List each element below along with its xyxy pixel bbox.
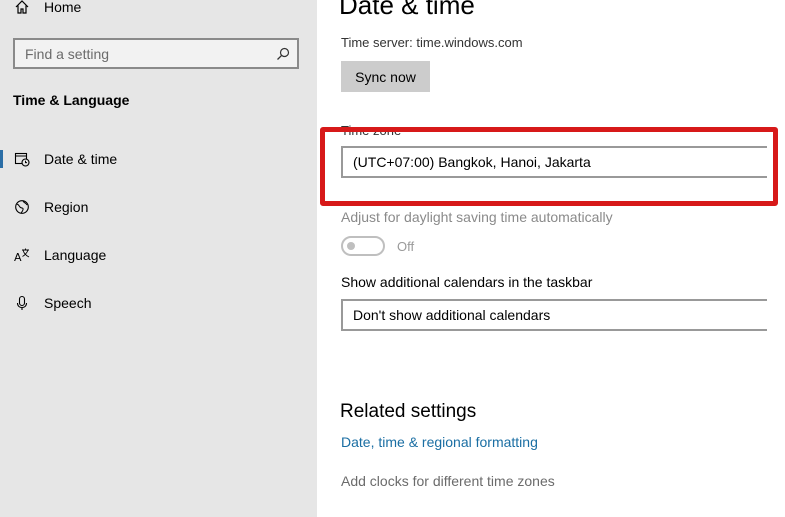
search-icon[interactable]: [269, 47, 297, 61]
add-clocks-link[interactable]: Add clocks for different time zones: [341, 473, 555, 489]
sidebar-item-label: Speech: [44, 295, 92, 311]
related-settings-title: Related settings: [340, 401, 477, 422]
sidebar-item-date-time[interactable]: Date & time: [0, 139, 317, 179]
globe-icon: [14, 199, 30, 215]
sidebar-item-speech[interactable]: Speech: [0, 283, 317, 323]
search-input[interactable]: [15, 39, 269, 68]
time-server-text: Time server: time.windows.com: [341, 35, 523, 50]
home-nav[interactable]: Home: [14, 0, 81, 18]
calendar-clock-icon: [14, 151, 30, 167]
toggle-knob: [347, 242, 355, 250]
sidebar-item-label: Language: [44, 247, 107, 263]
search-box[interactable]: [13, 38, 299, 69]
calendars-label: Show additional calendars in the taskbar: [341, 274, 593, 290]
sidebar-item-label: Date & time: [44, 151, 118, 167]
sidebar-item-region[interactable]: Region: [0, 187, 317, 227]
regional-formatting-link[interactable]: Date, time & regional formatting: [341, 434, 538, 450]
svg-text:A: A: [14, 251, 22, 263]
page-title: Date & time: [339, 0, 475, 20]
time-zone-dropdown[interactable]: (UTC+07:00) Bangkok, Hanoi, Jakarta: [341, 146, 767, 178]
time-zone-value: (UTC+07:00) Bangkok, Hanoi, Jakarta: [353, 154, 591, 170]
home-label: Home: [44, 0, 82, 15]
microphone-icon: [14, 295, 30, 311]
section-title: Time & Language: [13, 92, 130, 108]
sidebar: Home Time & Language Date & ti: [0, 0, 317, 517]
sync-now-button[interactable]: Sync now: [341, 61, 430, 92]
calendars-dropdown[interactable]: Don't show additional calendars: [341, 299, 767, 331]
main-content: Date & time Time server: time.windows.co…: [317, 0, 785, 517]
dst-toggle-state: Off: [397, 239, 415, 254]
time-zone-label: Time zone: [341, 123, 402, 138]
sidebar-item-label: Region: [44, 199, 89, 215]
calendars-value: Don't show additional calendars: [353, 307, 551, 323]
dst-toggle[interactable]: [341, 236, 385, 256]
settings-window: Home Time & Language Date & ti: [0, 0, 785, 517]
sidebar-item-language[interactable]: A Language: [0, 235, 317, 275]
language-icon: A: [14, 247, 30, 263]
home-icon: [15, 0, 29, 14]
dst-label: Adjust for daylight saving time automati…: [341, 209, 613, 225]
